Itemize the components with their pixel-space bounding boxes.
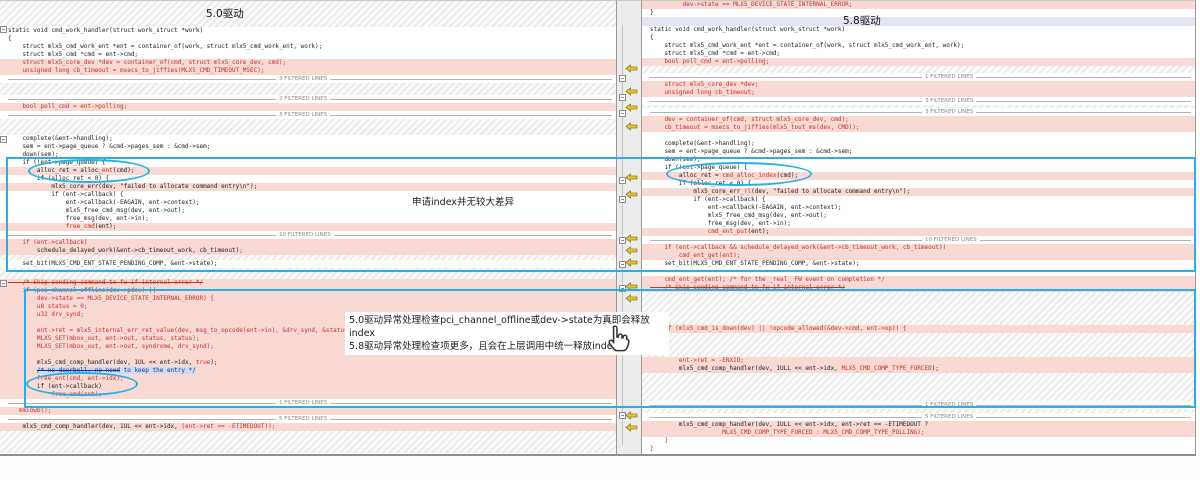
code-line: } xyxy=(642,9,1195,17)
filtered-lines-label: 5 FILTERED LINES xyxy=(922,414,976,420)
code-line: sem = ent->page_queue ? &cmd->pages_sem … xyxy=(0,143,616,151)
code-line: /* Skip sending command to fw if interna… xyxy=(0,279,616,287)
annotation-ellipse xyxy=(666,162,812,186)
filtered-lines-label: 1 FILTERED LINES xyxy=(922,74,976,80)
collapse-box-icon[interactable] xyxy=(0,26,7,33)
alignment-gap xyxy=(642,17,1195,26)
filtered-lines-label: 2 FILTERED LINES xyxy=(276,96,330,102)
code-line: struct mlx5_cmd *cmd = ent->cmd; xyxy=(0,51,616,59)
annotation-ellipse xyxy=(28,159,150,183)
code-line: dev->state == MLX5_DEVICE_STATE_INTERNAL… xyxy=(642,1,1195,9)
filtered-lines-label: 3 FILTERED LINES xyxy=(276,112,330,118)
annotation-ellipse xyxy=(26,372,138,396)
filtered-lines-label: 3 FILTERED LINES xyxy=(276,76,330,82)
filtered-lines-separator[interactable]: 1 FILTERED LINES xyxy=(642,73,1195,81)
filtered-lines-label: 5 FILTERED LINES xyxy=(276,416,330,422)
code-line: mlx5_cmd_comp_handler(dev, 1UL << ent->i… xyxy=(0,423,616,431)
hand-cursor-icon xyxy=(602,322,636,362)
code-line: static void cmd_work_handler(struct work… xyxy=(642,26,1195,34)
right-pane-title: 5.8驱动 xyxy=(843,13,881,28)
filtered-lines-separator[interactable]: 3 FILTERED LINES xyxy=(0,111,616,119)
code-line: unsigned long cb_timeout; xyxy=(642,89,1195,97)
code-line: struct mlx5_core_dev *dev = container_of… xyxy=(0,59,616,67)
alignment-gap xyxy=(642,66,1195,73)
collapse-box-icon[interactable] xyxy=(619,94,626,101)
code-line: complete(&ent->handling); xyxy=(642,140,1195,148)
filtered-lines-separator[interactable]: 3 FILTERED LINES xyxy=(642,108,1195,116)
code-line: } xyxy=(642,437,1195,445)
code-line: MLX5_CMD_COMP_TYPE_FORCED : MLX5_CMD_COM… xyxy=(642,429,1195,437)
code-line: struct mlx5_cmd *cmd = ent->cmd; xyxy=(642,50,1195,58)
collapse-box-icon[interactable] xyxy=(619,75,626,82)
alignment-gap xyxy=(0,431,616,453)
alignment-gap xyxy=(0,119,616,135)
change-arrow-icon[interactable] xyxy=(625,97,638,116)
collapse-box-icon[interactable] xyxy=(619,110,626,117)
code-line: static void cmd_work_handler(struct work… xyxy=(0,27,616,35)
filtered-lines-label: 3 FILTERED LINES xyxy=(922,109,976,115)
annotation-box xyxy=(6,157,1196,272)
change-arrow-icon[interactable] xyxy=(625,58,638,77)
filtered-lines-label: 3 FILTERED LINES xyxy=(922,98,976,104)
code-line: } xyxy=(642,445,1195,453)
code-line: mmiowb(); xyxy=(0,407,616,415)
window-footer-space xyxy=(0,456,1200,480)
left-pane-title: 5.0驱动 xyxy=(206,6,244,21)
code-line: struct mlx5_core_dev *dev; xyxy=(642,81,1195,89)
code-line: bool poll_cmd = ent->polling; xyxy=(642,58,1195,66)
change-arrow-icon[interactable] xyxy=(625,116,638,135)
filtered-lines-separator[interactable]: 3 FILTERED LINES xyxy=(642,97,1195,105)
diff-tool-window: static void cmd_work_handler(struct work… xyxy=(0,0,1200,480)
code-line: { xyxy=(642,34,1195,42)
collapse-box-icon[interactable] xyxy=(619,412,626,419)
collapse-box-icon[interactable] xyxy=(0,280,7,287)
code-line: dev = container_of(cmd, struct mlx5_core… xyxy=(642,116,1195,124)
collapse-box-icon[interactable] xyxy=(0,136,7,143)
alignment-gap xyxy=(0,1,616,27)
code-line xyxy=(642,132,1195,140)
code-line: unsigned long cb_timeout = msecs_to_jiff… xyxy=(0,67,616,75)
code-line: mlx5_cmd_comp_handler(dev, 1ULL << ent->… xyxy=(642,421,1195,429)
filtered-lines-separator[interactable]: 5 FILTERED LINES xyxy=(0,415,616,423)
code-line: struct mlx5_cmd_work_ent *ent = containe… xyxy=(0,43,616,51)
code-line: sem = ent->page_queue ? &cmd->pages_sem … xyxy=(642,148,1195,156)
code-line: cb_timeout = msecs_to_jiffies(mlx5_tout_… xyxy=(642,124,1195,132)
alignment-gap xyxy=(0,83,616,95)
code-line: struct mlx5_cmd_work_ent *ent = containe… xyxy=(642,42,1195,50)
filtered-lines-separator[interactable]: 2 FILTERED LINES xyxy=(0,95,616,103)
code-line: complete(&ent->handling); xyxy=(0,135,616,143)
change-arrow-icon[interactable] xyxy=(625,417,638,436)
filtered-lines-separator[interactable]: 3 FILTERED LINES xyxy=(0,75,616,83)
code-line: { xyxy=(0,35,616,43)
code-line: bool poll_cmd = ent->polling; xyxy=(0,103,616,111)
code-line: cmd_ent_get(ent); /* for the _real_ FW e… xyxy=(642,276,1195,284)
filtered-lines-separator[interactable]: 5 FILTERED LINES xyxy=(642,413,1195,421)
